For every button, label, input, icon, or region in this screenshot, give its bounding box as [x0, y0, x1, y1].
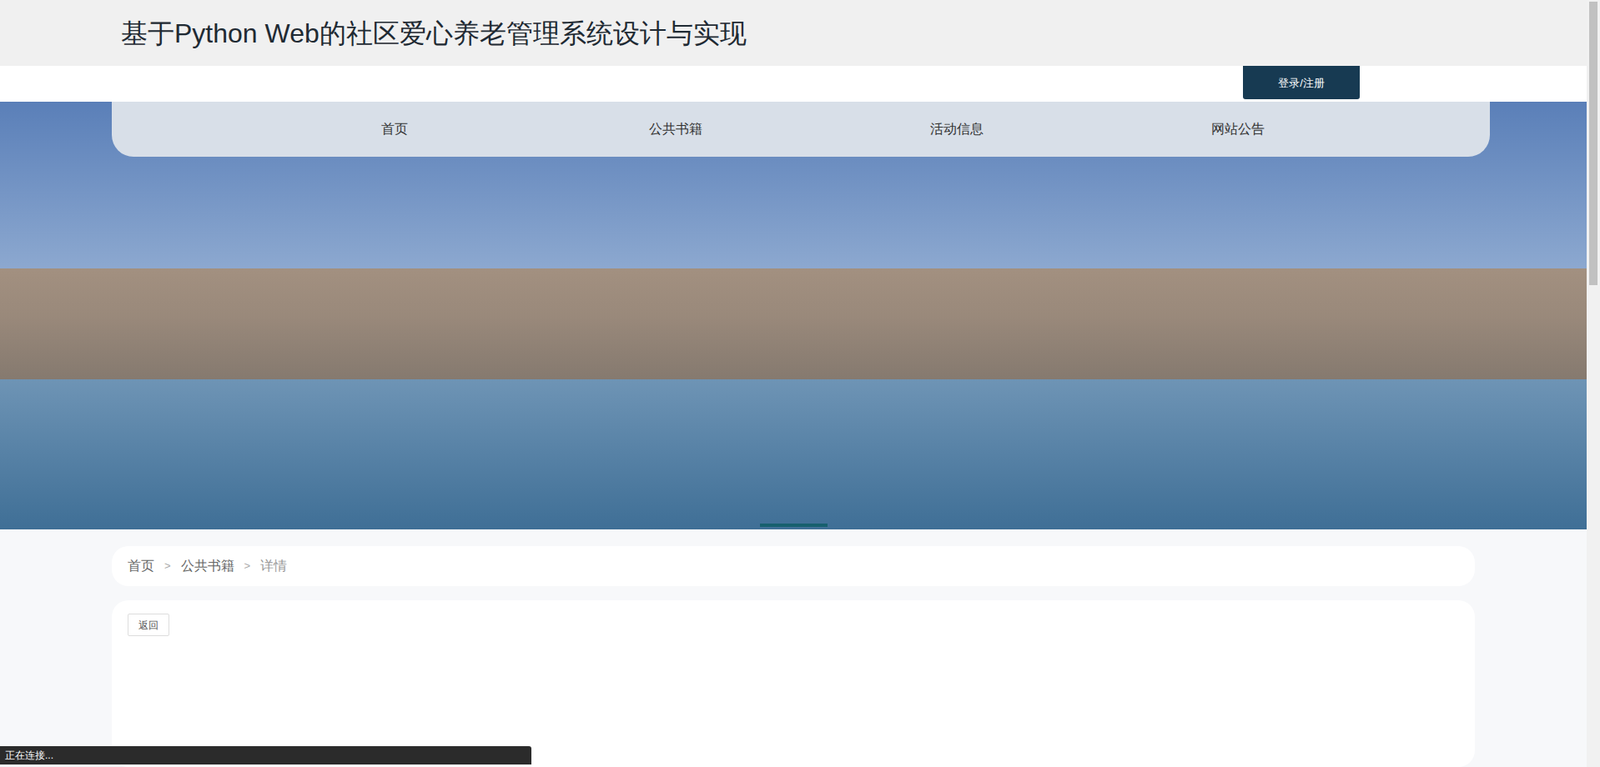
- login-strip: 登录/注册: [0, 65, 1587, 101]
- nav-item[interactable]: 首页: [253, 119, 535, 140]
- detail-panel: 返回: [111, 600, 1475, 767]
- nav-item[interactable]: 活动信息: [815, 119, 1097, 140]
- title-header: 基于Python Web的社区爱心养老管理系统设计与实现: [0, 0, 1587, 66]
- scrollbar-thumb[interactable]: [1589, 1, 1598, 286]
- hero-water: [0, 379, 1587, 530]
- site-title: 基于Python Web的社区爱心养老管理系统设计与实现: [120, 16, 747, 51]
- nav-bar: 首页公共书籍活动信息网站公告: [111, 101, 1490, 157]
- hero-banner: 首页公共书籍活动信息网站公告: [0, 101, 1587, 530]
- nav-item[interactable]: 公共书籍: [534, 119, 816, 140]
- main-content: 基于Python Web的社区爱心养老管理系统设计与实现登录/注册首页公共书籍活…: [0, 0, 1587, 767]
- breadcrumb: 首页 > 公共书籍 > 详情: [111, 546, 1475, 587]
- breadcrumb-item: 详情: [260, 556, 287, 577]
- login-button[interactable]: 登录/注册: [1242, 65, 1360, 100]
- breadcrumb-item[interactable]: 公共书籍: [181, 556, 235, 577]
- carousel-indicators: [759, 523, 828, 528]
- content-area: 首页 > 公共书籍 > 详情返回: [0, 529, 1587, 767]
- breadcrumb-item[interactable]: 首页: [127, 556, 155, 577]
- status-bar: 正在连接...: [0, 746, 532, 765]
- carousel-indicator[interactable]: [759, 523, 828, 528]
- breadcrumb-separator: >: [241, 558, 255, 575]
- back-button[interactable]: 返回: [127, 613, 170, 637]
- scrollbar[interactable]: [1586, 0, 1600, 767]
- page: 基于Python Web的社区爱心养老管理系统设计与实现登录/注册首页公共书籍活…: [0, 0, 1600, 767]
- nav-item[interactable]: 网站公告: [1096, 119, 1379, 140]
- breadcrumb-separator: >: [161, 558, 175, 575]
